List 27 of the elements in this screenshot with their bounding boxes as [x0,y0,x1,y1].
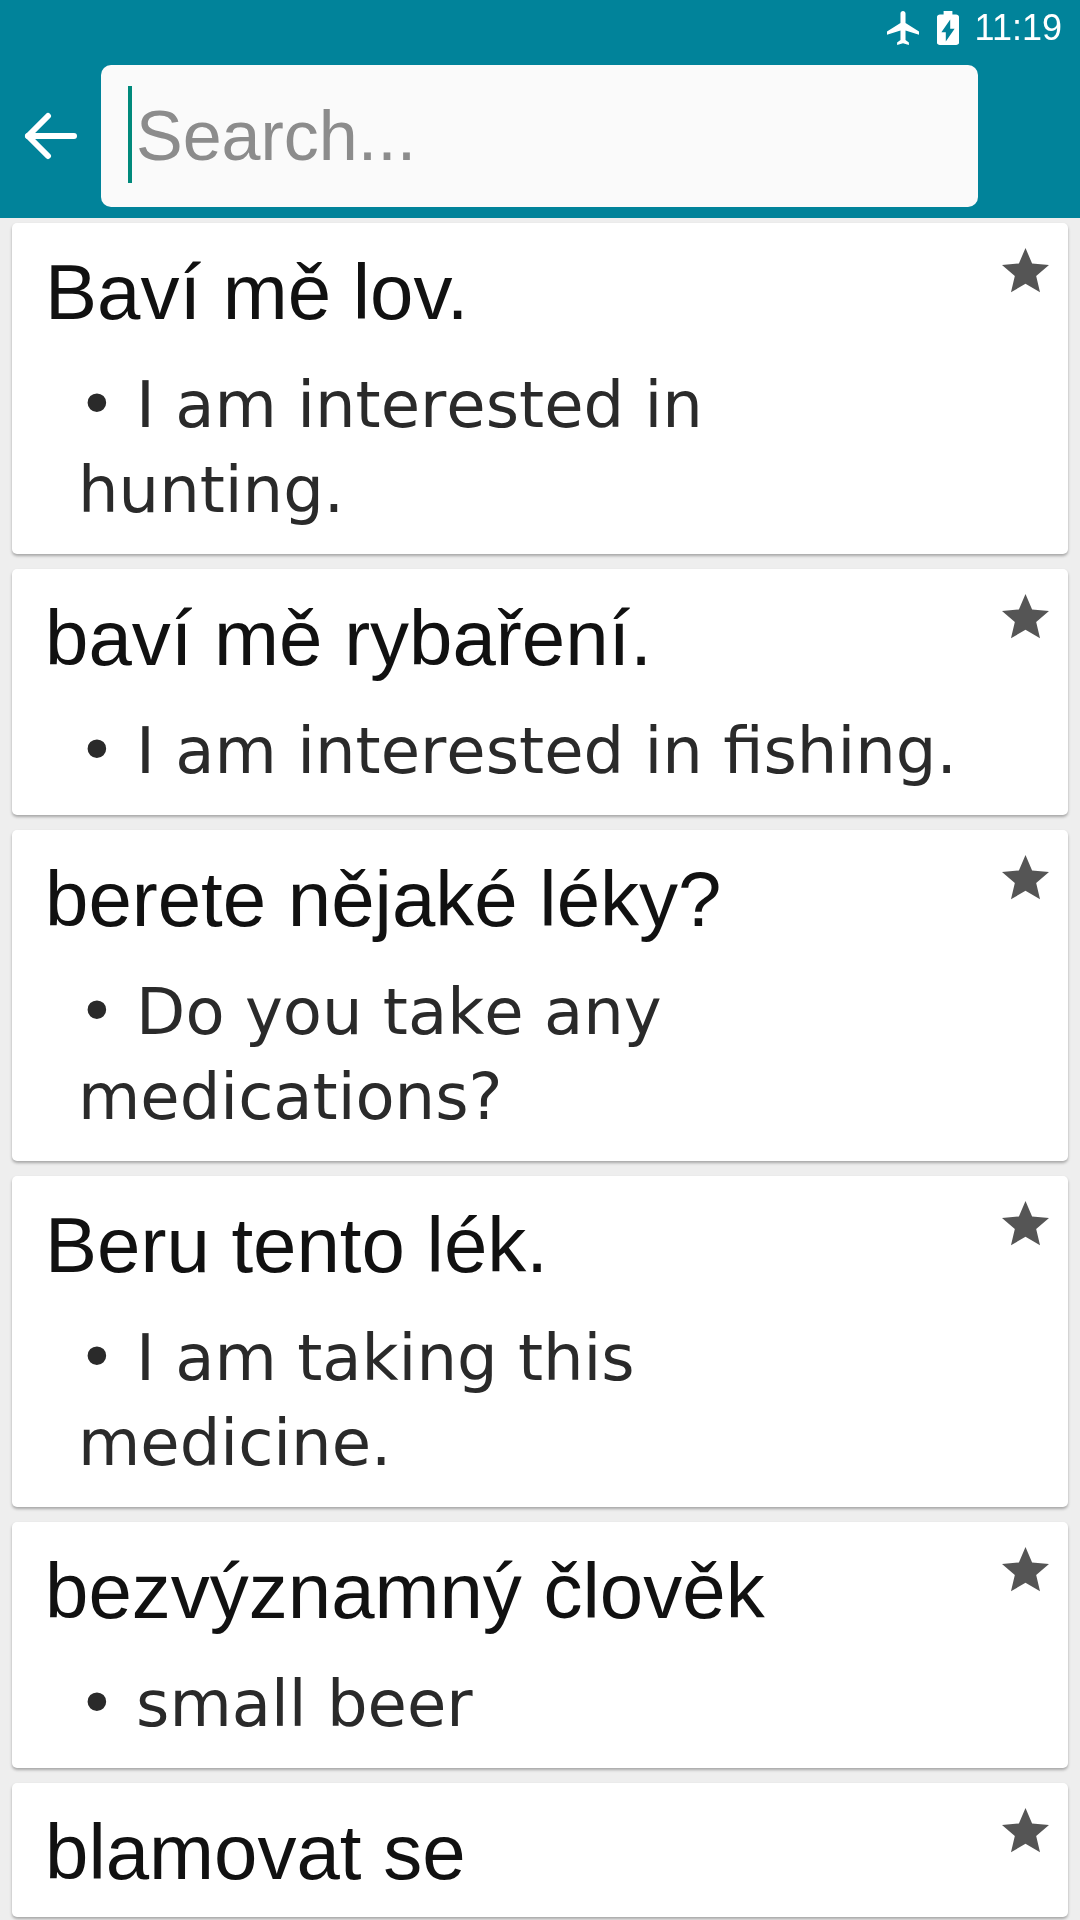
translation-text: • Do you take any medications? [78,974,663,1136]
entry-card[interactable]: berete nějaké léky? • Do you take any medications? [12,830,1068,1161]
term-text: bezvýznamný člověk [45,1547,766,1635]
star-icon[interactable] [1002,1201,1049,1246]
star-icon[interactable] [1002,1808,1049,1853]
airplane-icon [886,10,919,45]
entry-card[interactable]: blamovat se [12,1783,1068,1917]
term-text: berete nějaké léky? [45,855,723,943]
entry-card[interactable]: Baví mě lov. • I am interested in hunting. [12,223,1068,554]
term-text: Beru tento lék. [45,1201,549,1289]
entry-card[interactable]: baví mě rybaření. • I am interested in fishing. [12,569,1068,815]
translation-text: • I am interested in fishing. [78,713,958,790]
translation-text: • small beer [78,1666,474,1743]
status-time: 11:19 [974,7,1062,48]
entry-card[interactable]: Beru tento lék. • I am taking this medicine. [12,1176,1068,1507]
term-text: blamovat se [45,1808,467,1896]
translation-text: • I am taking this medicine. [78,1320,636,1482]
translation-text: • I am interested in hunting. [78,367,704,529]
battery-charging-icon [936,10,959,45]
term-text: baví mě rybaření. [45,594,653,682]
entry-card[interactable]: bezvýznamný člověk • small beer [12,1522,1068,1768]
term-text: Baví mě lov. [45,248,470,336]
search-field[interactable]: Search... [101,65,978,207]
star-icon[interactable] [1002,1547,1049,1592]
star-icon[interactable] [1002,248,1049,293]
star-icon[interactable] [1002,594,1049,639]
star-icon[interactable] [1002,855,1049,900]
